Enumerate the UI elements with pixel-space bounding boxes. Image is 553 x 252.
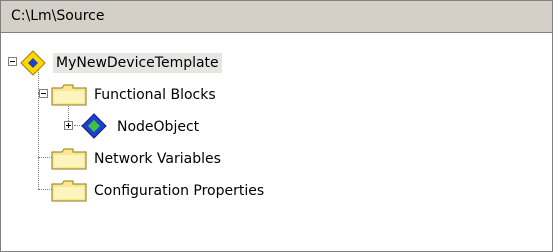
device-tree[interactable]: MyNewDeviceTemplate Functional Blocks No…	[1, 33, 552, 251]
tree-item-label: Functional Blocks	[94, 87, 216, 103]
folder-icon	[51, 148, 87, 170]
collapse-toggle[interactable]	[8, 57, 17, 66]
tree-item-label: Network Variables	[94, 151, 221, 167]
tree-item-root[interactable]: MyNewDeviceTemplate	[1, 50, 331, 76]
tree-item-nodeobject[interactable]: NodeObject	[1, 113, 331, 140]
device-template-icon	[20, 50, 46, 76]
tree-item-label: MyNewDeviceTemplate	[53, 53, 222, 73]
folder-icon	[51, 84, 87, 106]
path-header: C:\Lm\Source	[1, 1, 552, 33]
tree-item-label: Configuration Properties	[94, 183, 265, 199]
folder-icon	[51, 180, 87, 202]
tree-item-configuration-properties[interactable]: Configuration Properties	[1, 178, 331, 204]
device-tree-panel: C:\Lm\Source MyNewDeviceTemplate Functio…	[0, 0, 553, 252]
functional-block-icon	[81, 113, 107, 139]
expand-toggle[interactable]	[64, 121, 73, 130]
path-label: C:\Lm\Source	[11, 8, 105, 24]
tree-item-functional-blocks[interactable]: Functional Blocks	[1, 82, 331, 108]
tree-item-network-variables[interactable]: Network Variables	[1, 146, 331, 172]
collapse-toggle[interactable]	[39, 89, 48, 98]
tree-item-label: NodeObject	[117, 119, 200, 135]
